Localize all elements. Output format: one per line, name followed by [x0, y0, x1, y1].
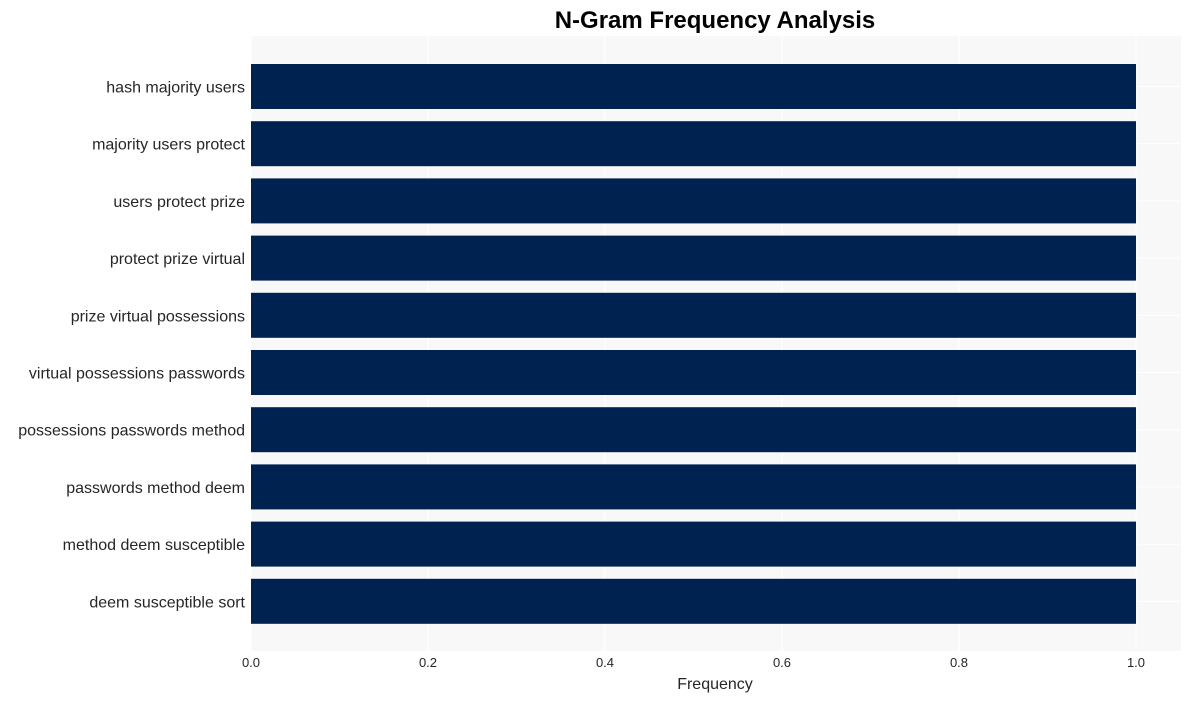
bar [251, 350, 1136, 395]
x-tick-label: 0.6 [773, 655, 791, 670]
y-tick-label: deem susceptible sort [89, 594, 245, 611]
bar [251, 64, 1136, 109]
bar [251, 407, 1136, 453]
bar [251, 292, 1136, 338]
y-tick-label: possessions passwords method [18, 423, 245, 440]
y-tick-label: hash majority users [106, 80, 245, 97]
bar [251, 464, 1136, 510]
bar [251, 178, 1136, 224]
bar [251, 578, 1136, 624]
x-axis-label: Frequency [677, 676, 753, 693]
y-tick-label: majority users protect [92, 137, 245, 154]
y-tick-label: passwords method deem [66, 480, 245, 497]
x-tick-label: 0.4 [596, 655, 614, 670]
x-tick-label: 1.0 [1127, 655, 1145, 670]
y-tick-label: method deem susceptible [63, 537, 245, 554]
chart-title: N-Gram Frequency Analysis [555, 7, 876, 34]
y-tick-labels: hash majority users majority users protec… [18, 80, 245, 612]
y-tick-label: users protect prize [113, 194, 245, 211]
x-tick-label: 0.8 [950, 655, 968, 670]
bar [251, 121, 1136, 167]
x-tick-labels: 0.0 0.2 0.4 0.6 0.8 1.0 [242, 655, 1145, 670]
bar [251, 235, 1136, 281]
x-tick-label: 0.0 [242, 655, 260, 670]
bar [251, 521, 1136, 567]
ngram-frequency-chart: hash majority users majority users protec… [18, 7, 1181, 693]
y-tick-label: virtual possessions passwords [29, 366, 245, 383]
y-tick-label: prize virtual possessions [71, 308, 245, 325]
y-tick-label: protect prize virtual [110, 251, 245, 268]
x-tick-label: 0.2 [419, 655, 437, 670]
